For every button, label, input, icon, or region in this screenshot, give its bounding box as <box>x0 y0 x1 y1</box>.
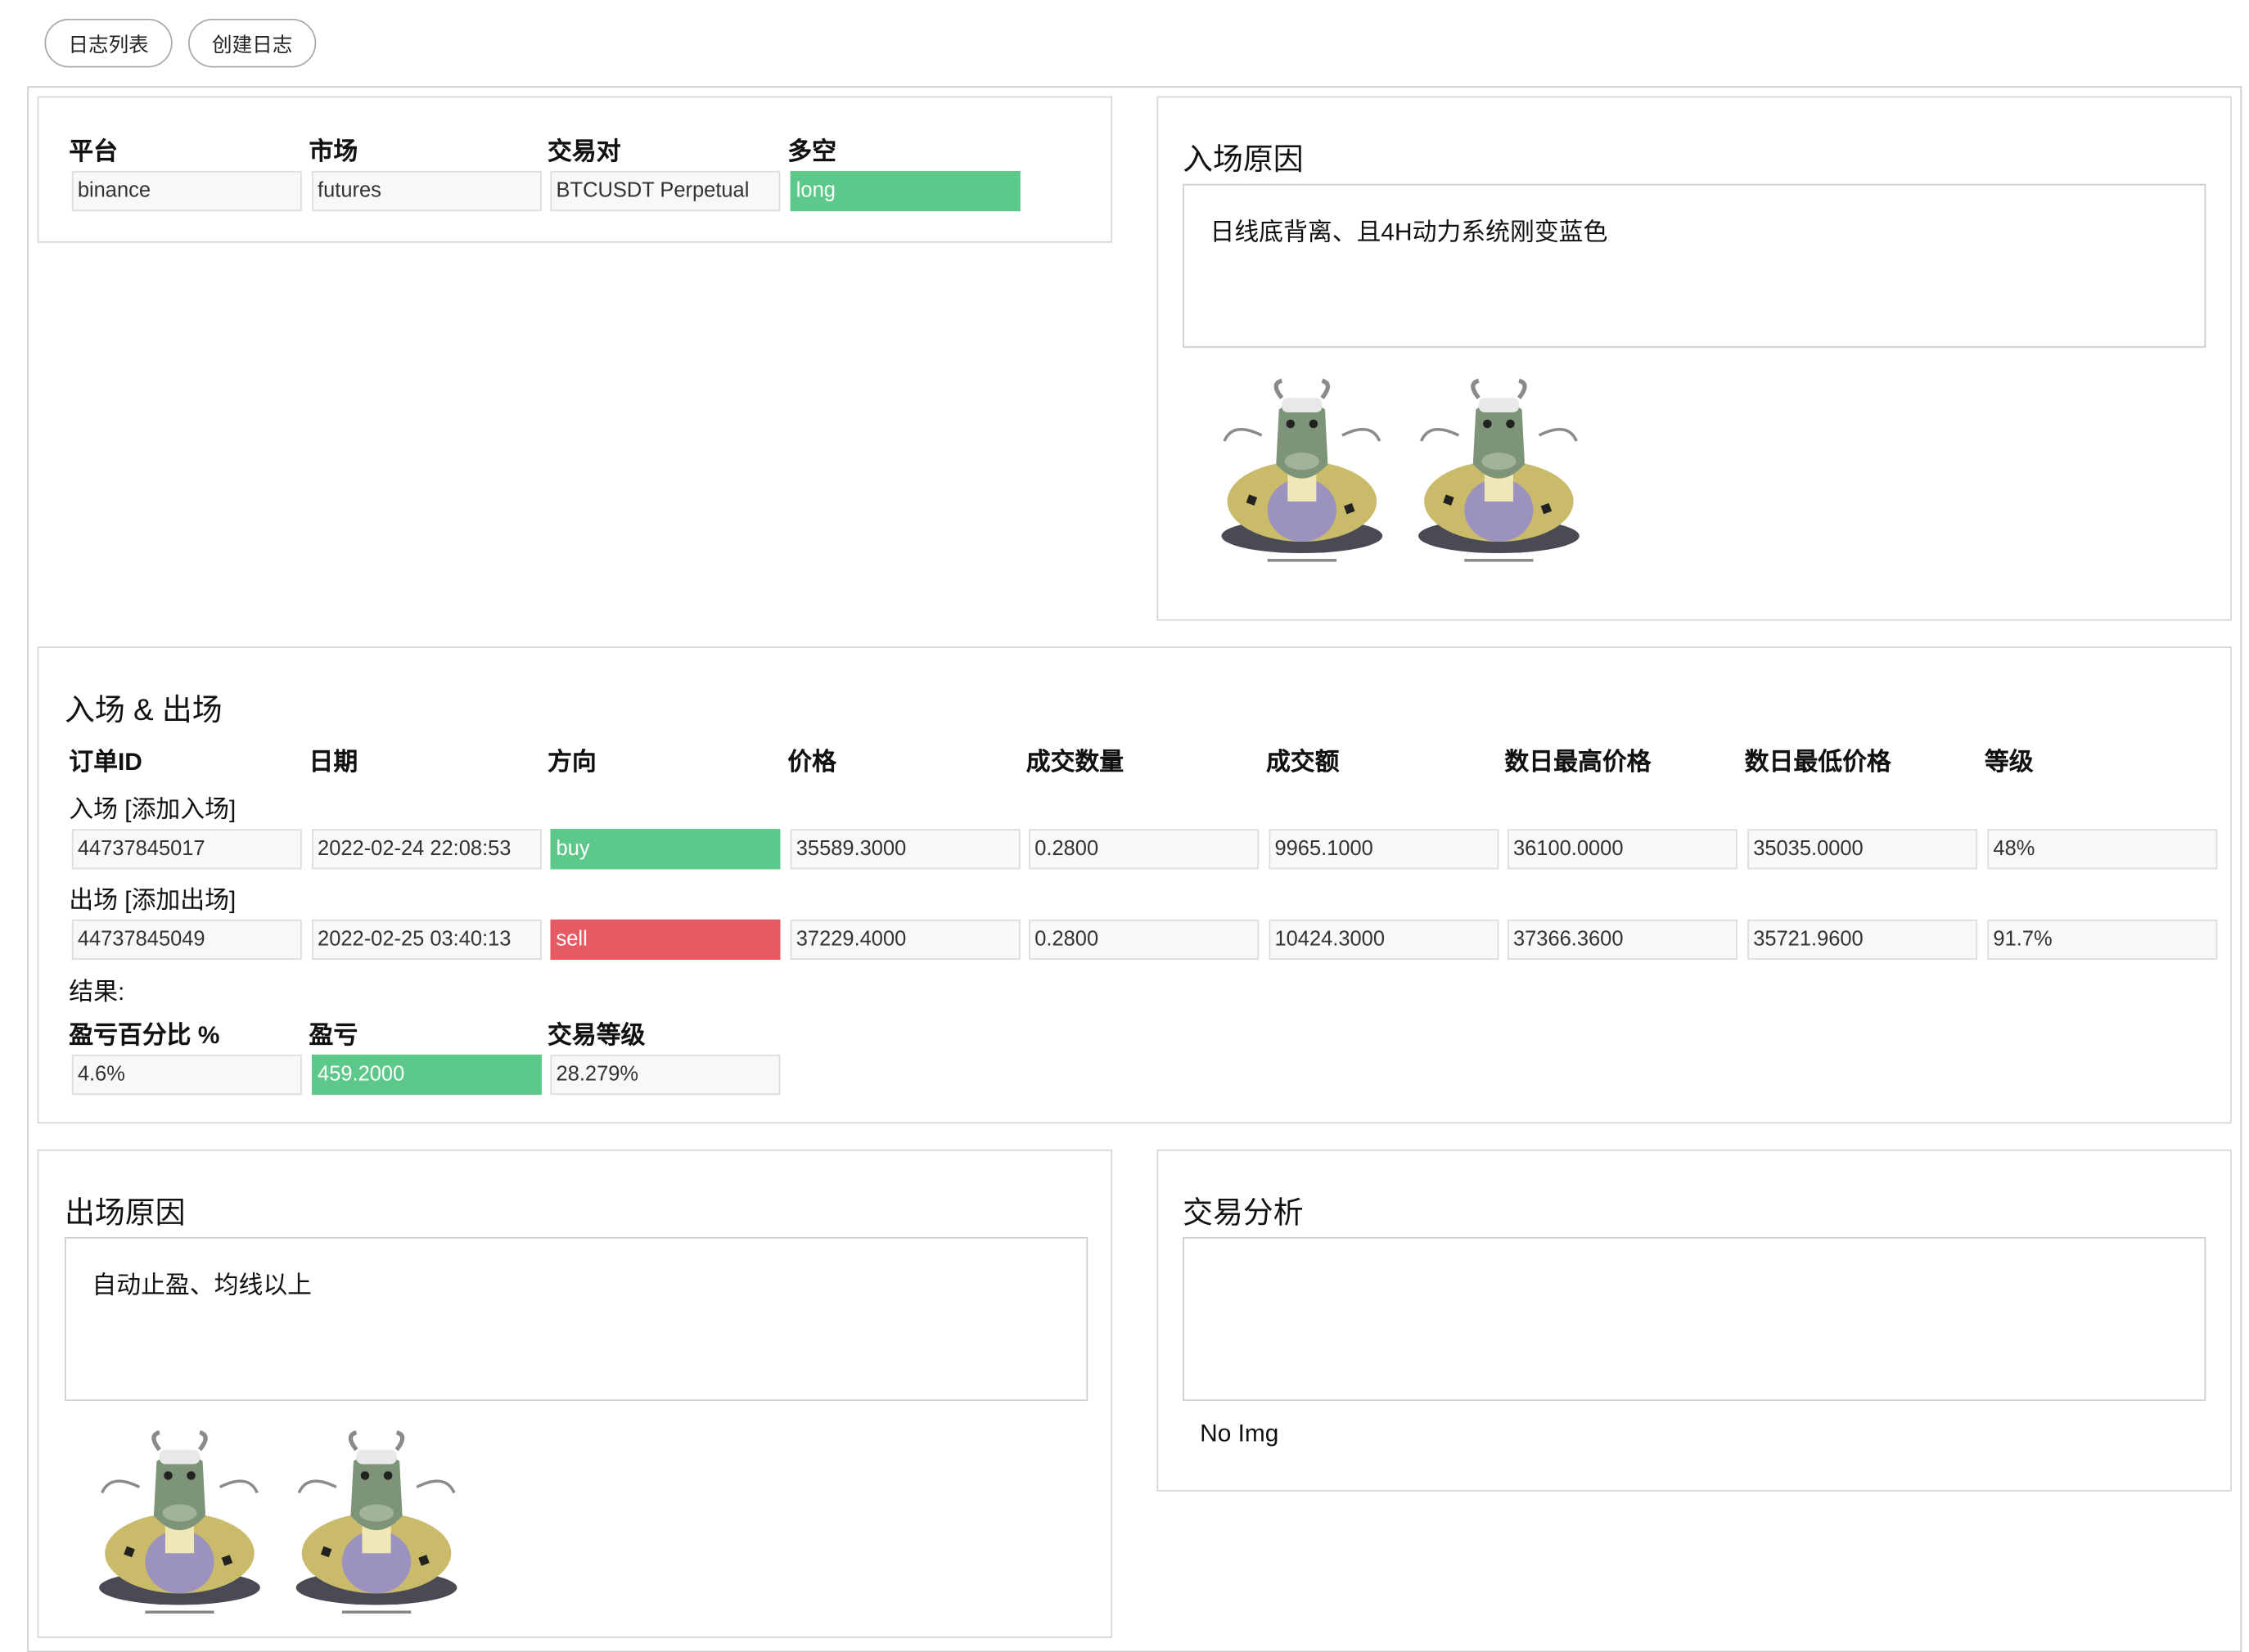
pair-label: 交易对 <box>547 137 621 165</box>
meta-panel: 平台 市场 交易对 多空 binance futures BTCUSDT Per… <box>37 96 1113 243</box>
entry-quantity[interactable]: 0.2800 <box>1029 829 1260 870</box>
analysis-panel: 交易分析 No Img <box>1156 1149 2232 1492</box>
exit-price[interactable]: 37229.4000 <box>790 919 1021 961</box>
side-field[interactable]: long <box>790 170 1021 212</box>
entry-direction[interactable]: buy <box>550 829 781 870</box>
exit-image-2[interactable] <box>293 1429 462 1616</box>
analysis-title: 交易分析 <box>1183 1196 1304 1231</box>
col-grade: 等级 <box>1984 748 2034 776</box>
entry-amount[interactable]: 9965.1000 <box>1269 829 1499 870</box>
trades-panel: 入场 & 出场 订单ID 日期 方向 价格 成交数量 成交额 数日最高价格 数日… <box>37 646 2232 1124</box>
entry-low[interactable]: 35035.0000 <box>1747 829 1978 870</box>
entry-grade[interactable]: 48% <box>1987 829 2218 870</box>
result-label: 结果: <box>69 978 125 1006</box>
col-price: 价格 <box>787 748 836 776</box>
entry-reason-text: 日线底背离、且4H动力系统刚变蓝色 <box>1210 218 1608 246</box>
market-label: 市场 <box>309 137 358 165</box>
create-log-button[interactable]: 创建日志 <box>188 18 317 68</box>
exit-image-1[interactable] <box>97 1429 266 1616</box>
platform-field[interactable]: binance <box>71 170 302 212</box>
pnl-label: 盈亏 <box>309 1021 358 1049</box>
platform-label: 平台 <box>69 137 118 165</box>
entry-order-id[interactable]: 44737845017 <box>71 829 302 870</box>
exit-order-id[interactable]: 44737845049 <box>71 919 302 961</box>
col-order-id: 订单ID <box>69 748 142 776</box>
exit-reason-panel: 出场原因 自动止盈、均线以上 <box>37 1149 1113 1638</box>
pair-field[interactable]: BTCUSDT Perpetual <box>550 170 781 212</box>
no-image-text: No Img <box>1200 1419 1279 1447</box>
analysis-textarea[interactable] <box>1183 1236 2206 1402</box>
add-exit-link[interactable]: 出场 [添加出场] <box>69 880 236 916</box>
col-quantity: 成交数量 <box>1025 748 1124 776</box>
entry-date[interactable]: 2022-02-24 22:08:53 <box>312 829 542 870</box>
pnl-field[interactable]: 459.2000 <box>312 1054 542 1096</box>
exit-reason-title: 出场原因 <box>65 1196 186 1231</box>
col-date: 日期 <box>309 748 358 776</box>
entry-reason-title: 入场原因 <box>1183 143 1304 177</box>
exit-amount[interactable]: 10424.3000 <box>1269 919 1499 961</box>
col-high: 数日最高价格 <box>1504 748 1652 776</box>
market-field[interactable]: futures <box>312 170 542 212</box>
entry-reason-textarea[interactable]: 日线底背离、且4H动力系统刚变蓝色 <box>1183 183 2206 348</box>
entry-reason-panel: 入场原因 日线底背离、且4H动力系统刚变蓝色 <box>1156 96 2232 621</box>
entry-image-1[interactable] <box>1219 378 1388 565</box>
exit-quantity[interactable]: 0.2800 <box>1029 919 1260 961</box>
trade-grade-field[interactable]: 28.279% <box>550 1054 781 1096</box>
exit-high[interactable]: 37366.3600 <box>1507 919 1737 961</box>
side-label: 多空 <box>787 137 836 165</box>
pnl-percent-label: 盈亏百分比 % <box>69 1021 220 1049</box>
pnl-percent-field[interactable]: 4.6% <box>71 1054 302 1096</box>
trade-grade-label: 交易等级 <box>547 1021 646 1049</box>
exit-reason-textarea[interactable]: 自动止盈、均线以上 <box>65 1236 1088 1402</box>
exit-reason-text: 自动止盈、均线以上 <box>92 1272 313 1299</box>
add-entry-link[interactable]: 入场 [添加入场] <box>69 789 236 825</box>
entry-image-2[interactable] <box>1416 378 1585 565</box>
exit-date[interactable]: 2022-02-25 03:40:13 <box>312 919 542 961</box>
col-amount: 成交额 <box>1265 748 1340 776</box>
exit-low[interactable]: 35721.9600 <box>1747 919 1978 961</box>
entry-high[interactable]: 36100.0000 <box>1507 829 1737 870</box>
col-direction: 方向 <box>547 748 597 776</box>
exit-direction[interactable]: sell <box>550 919 781 961</box>
exit-grade[interactable]: 91.7% <box>1987 919 2218 961</box>
log-list-button[interactable]: 日志列表 <box>44 18 173 68</box>
col-low: 数日最低价格 <box>1744 748 1891 776</box>
trades-title: 入场 & 出场 <box>65 694 223 727</box>
entry-price[interactable]: 35589.3000 <box>790 829 1021 870</box>
